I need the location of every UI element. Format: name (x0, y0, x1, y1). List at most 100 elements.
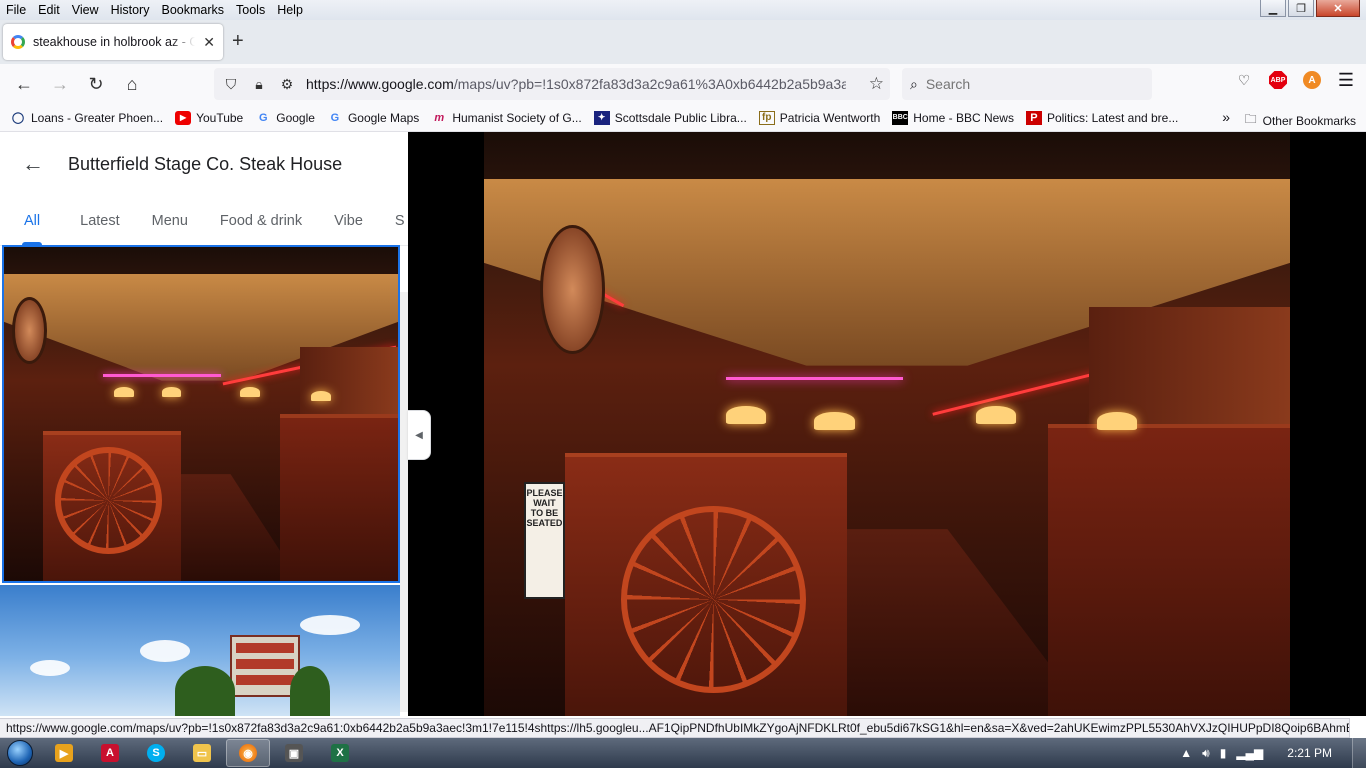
windows-logo-icon (7, 740, 33, 766)
main-photo[interactable]: PLEASE WAIT TO BE SEATED (484, 132, 1290, 716)
taskbar-firefox[interactable]: ◉ (226, 739, 270, 767)
library-icon: ✦ (593, 110, 610, 125)
humanist-icon: m (434, 111, 445, 124)
bookmark-library[interactable]: ✦ Scottsdale Public Libra... (593, 110, 747, 125)
taskbar-skype[interactable]: S (134, 739, 178, 767)
taskbar-acrobat[interactable]: A (88, 739, 132, 767)
menu-bar: File Edit View History Bookmarks Tools H… (0, 0, 1366, 20)
network-icon[interactable]: ▂▄▆ (1236, 746, 1263, 760)
excel-icon: X (331, 744, 349, 762)
restaurant-interior-image: PLEASE WAIT TO BE SEATED (484, 132, 1290, 716)
power-icon[interactable]: ▮ (1220, 746, 1227, 760)
tab-title: steakhouse in holbrook az - Google Maps (33, 35, 196, 49)
acrobat-icon: A (101, 744, 119, 762)
tray-expand-icon[interactable]: ▲ (1180, 746, 1192, 760)
google-icon: G (330, 111, 340, 124)
address-bar[interactable]: ⛉ 🔒︎ ⚙ https://www.google.com/maps/uv?pb… (214, 68, 890, 100)
please-wait-sign: PLEASE WAIT TO BE SEATED (524, 482, 565, 600)
start-button[interactable] (0, 738, 40, 768)
show-desktop-button[interactable] (1352, 738, 1366, 768)
menu-file[interactable]: File (0, 3, 32, 17)
photo-category-tabs: All Latest Menu Food & drink Vibe S (0, 196, 408, 246)
loans-icon: ◯ (11, 112, 25, 124)
politico-icon: P (1025, 110, 1042, 125)
bbc-icon: BBC (892, 110, 909, 125)
url-path: /maps/uv?pb=!1s0x872fa83d3a2c9a61%3A0xb6… (453, 76, 846, 92)
reload-icon[interactable]: ↻ (78, 68, 114, 100)
new-tab-icon[interactable]: + (232, 30, 244, 53)
bookmark-bbc[interactable]: BBC Home - BBC News (892, 110, 1014, 125)
clock[interactable]: 2:21 PM (1287, 746, 1332, 760)
browser-tab[interactable]: steakhouse in holbrook az - Google Maps … (3, 24, 223, 60)
menu-help[interactable]: Help (271, 3, 309, 17)
menu-edit[interactable]: Edit (32, 3, 66, 17)
close-window-button[interactable]: ✕ (1316, 0, 1360, 17)
url-text[interactable]: https://www.google.com/maps/uv?pb=!1s0x8… (306, 76, 846, 92)
menu-history[interactable]: History (105, 3, 156, 17)
minimize-button[interactable]: ▁ (1260, 0, 1286, 17)
restaurant-interior-image (4, 247, 398, 581)
adblock-plus-icon[interactable]: ABP (1268, 70, 1288, 90)
pocket-icon[interactable]: ♡ (1234, 70, 1254, 90)
bookmark-youtube[interactable]: ▶ YouTube (175, 110, 243, 125)
url-host: https://www.google.com (306, 76, 454, 92)
bookmark-patricia[interactable]: fp Patricia Wentworth (758, 110, 880, 125)
search-icon: ⌕ (910, 75, 918, 92)
photo-viewer: PLEASE WAIT TO BE SEATED (408, 132, 1366, 716)
bookmark-google[interactable]: G Google (255, 111, 315, 125)
tab-strip: steakhouse in holbrook az - Google Maps … (0, 20, 1366, 64)
taskbar-app[interactable]: ▣ (272, 739, 316, 767)
taskbar-excel[interactable]: X (318, 739, 362, 767)
menu-icon[interactable]: ☰ (1336, 70, 1356, 90)
window-icon: ▣ (285, 744, 303, 762)
navigation-toolbar: ← → ↻ ⌂ ⛉ 🔒︎ ⚙ https://www.google.com/ma… (0, 64, 1366, 104)
back-icon[interactable]: ← (6, 68, 42, 100)
tracking-shield-icon[interactable]: ⛉ (222, 76, 240, 93)
lock-icon[interactable]: 🔒︎ (250, 76, 268, 93)
toolbar-extensions: ♡ ABP A ☰ (1234, 70, 1356, 90)
menu-tools[interactable]: Tools (230, 3, 271, 17)
taskbar-media-player[interactable]: ▶ (42, 739, 86, 767)
tab-all[interactable]: All (0, 213, 64, 245)
search-box[interactable]: ⌕ (902, 68, 1152, 100)
home-icon[interactable]: ⌂ (114, 68, 150, 100)
photo-thumbnail-exterior-sign[interactable] (0, 585, 400, 716)
tab-vibe[interactable]: Vibe (318, 213, 379, 245)
close-tab-icon[interactable]: ✕ (203, 34, 215, 51)
photo-thumbnail-interior[interactable] (2, 245, 400, 583)
volume-icon[interactable]: 🔊︎ (1202, 746, 1210, 761)
tab-menu[interactable]: Menu (136, 213, 204, 245)
bookmark-politico[interactable]: P Politics: Latest and bre... (1025, 110, 1178, 125)
other-bookmarks[interactable]: 🗀 Other Bookmarks (1245, 110, 1356, 131)
collapse-panel-button[interactable]: ◀ (408, 410, 431, 460)
google-favicon-icon (11, 35, 25, 49)
search-input[interactable] (925, 76, 1126, 92)
tab-latest[interactable]: Latest (64, 213, 136, 245)
menu-bookmarks[interactable]: Bookmarks (155, 3, 230, 17)
windows-taskbar: ▶ A S ▭ ◉ ▣ X ▲ 🔊︎ ▮ ▂▄▆ 2:21 PM (0, 738, 1366, 768)
bookmark-google-maps[interactable]: G Google Maps (327, 111, 420, 125)
bookmarks-overflow-icon[interactable]: » (1222, 109, 1230, 125)
tab-food-drink[interactable]: Food & drink (204, 213, 318, 245)
fp-icon: fp (758, 110, 775, 125)
extension-icon[interactable]: A (1302, 70, 1322, 90)
system-tray: ▲ 🔊︎ ▮ ▂▄▆ 2:21 PM (1180, 738, 1366, 768)
permissions-icon[interactable]: ⚙ (278, 76, 296, 93)
restore-button[interactable]: ❐ (1288, 0, 1314, 17)
firefox-icon: ◉ (239, 744, 257, 762)
forward-icon[interactable]: → (42, 68, 78, 100)
bookmark-loans[interactable]: ◯ Loans - Greater Phoen... (10, 111, 163, 125)
bookmark-humanist[interactable]: m Humanist Society of G... (431, 111, 581, 125)
back-arrow-icon[interactable]: ← (22, 151, 44, 177)
side-panel-scrollbar[interactable] (400, 292, 408, 712)
tab-more[interactable]: S (379, 213, 408, 245)
menu-view[interactable]: View (66, 3, 105, 17)
taskbar-explorer[interactable]: ▭ (180, 739, 224, 767)
folder-icon: 🗀 (1244, 112, 1257, 126)
window-controls: ▁ ❐ ✕ (1260, 0, 1360, 17)
bookmark-star-icon[interactable]: ☆ (869, 74, 884, 94)
google-icon: G (258, 111, 268, 124)
status-bar-url: https://www.google.com/maps/uv?pb=!1s0x8… (0, 718, 1350, 738)
youtube-icon: ▶ (175, 110, 192, 125)
place-header: ← Butterfield Stage Co. Steak House (0, 132, 408, 196)
